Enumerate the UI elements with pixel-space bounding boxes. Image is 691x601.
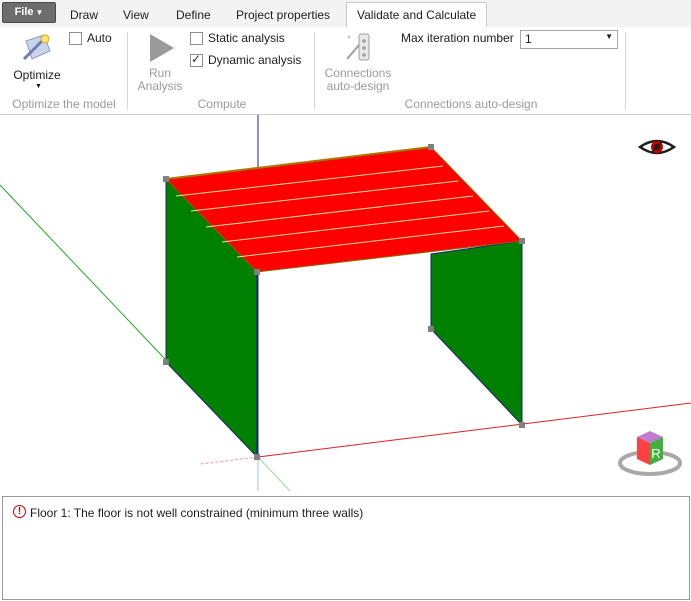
x-axis-negative-line xyxy=(199,456,259,465)
ribbon-separator xyxy=(625,32,626,110)
play-icon xyxy=(150,34,174,62)
auto-optimize-checkbox[interactable] xyxy=(69,32,82,45)
run-analysis-button[interactable]: Run Analysis xyxy=(133,30,187,93)
file-menu-label: File xyxy=(14,6,34,18)
max-iteration-value: 1 xyxy=(525,32,532,46)
node[interactable] xyxy=(428,326,434,332)
connections-label-line2: auto-design xyxy=(326,79,390,93)
optimize-label: Optimize xyxy=(13,68,61,82)
model-canvas[interactable]: R xyxy=(0,115,691,491)
visibility-eye-icon[interactable] xyxy=(637,139,677,155)
group-label-connections: Connections auto-design xyxy=(404,97,538,111)
error-icon: ! xyxy=(13,505,26,518)
view-cube-icon[interactable]: R xyxy=(618,431,682,476)
node[interactable] xyxy=(519,422,525,428)
dynamic-analysis-checkbox[interactable] xyxy=(190,52,203,67)
node[interactable] xyxy=(519,238,525,244)
optimize-button[interactable]: Optimize ▼ xyxy=(8,30,66,92)
chevron-down-icon: ▼ xyxy=(35,8,44,17)
static-analysis-checkbox[interactable] xyxy=(190,32,203,45)
node[interactable] xyxy=(254,454,260,460)
connections-auto-design-button[interactable]: Connections auto-design xyxy=(321,30,395,93)
chevron-down-icon: ▼ xyxy=(605,32,613,41)
x-axis-line xyxy=(257,402,691,458)
auto-optimize-label: Auto xyxy=(87,31,112,45)
menu-tab-bar: File ▼ Draw View Define Project propertie… xyxy=(0,0,691,29)
run-analysis-label-line2: Analysis xyxy=(137,79,183,93)
y-axis-extension-line xyxy=(257,456,291,491)
node[interactable] xyxy=(254,269,260,275)
connections-wand-icon xyxy=(346,33,370,61)
message-panel: ! Floor 1: The floor is not well constra… xyxy=(2,496,690,600)
group-label-compute: Compute xyxy=(197,97,247,111)
3d-viewport[interactable]: R xyxy=(0,115,691,491)
ribbon-separator xyxy=(127,32,128,110)
tab-define[interactable]: Define xyxy=(166,4,221,26)
node[interactable] xyxy=(163,359,169,365)
optimize-icon xyxy=(22,34,51,61)
file-menu-button[interactable]: File ▼ xyxy=(2,2,56,23)
tab-project-properties[interactable]: Project properties xyxy=(226,4,340,26)
tab-draw[interactable]: Draw xyxy=(60,4,108,26)
tab-view[interactable]: View xyxy=(113,4,159,26)
max-iteration-select[interactable]: 1 ▼ xyxy=(520,30,618,49)
ribbon-separator xyxy=(314,32,315,110)
wall-right[interactable] xyxy=(430,240,523,427)
tab-validate-and-calculate[interactable]: Validate and Calculate xyxy=(346,2,488,29)
node[interactable] xyxy=(163,176,169,182)
optimize-dropdown-icon: ▼ xyxy=(35,83,42,90)
dynamic-analysis-label: Dynamic analysis xyxy=(208,53,302,67)
node[interactable] xyxy=(428,144,434,150)
ribbon-panel: Optimize ▼ Auto Optimize the model Run A… xyxy=(0,27,691,115)
max-iteration-label: Max iteration number xyxy=(401,31,514,45)
group-label-optimize: Optimize the model xyxy=(12,97,116,111)
message-text: Floor 1: The floor is not well constrain… xyxy=(30,506,364,520)
static-analysis-label: Static analysis xyxy=(208,31,285,45)
view-cube-letter: R xyxy=(651,446,660,461)
